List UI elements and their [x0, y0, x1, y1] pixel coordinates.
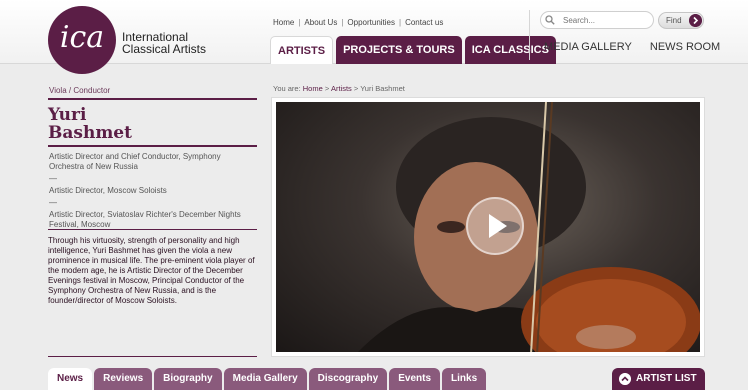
tab-projects-tours[interactable]: PROJECTS & TOURS	[336, 36, 462, 64]
search-box[interactable]	[540, 11, 654, 29]
artist-first-name: Yuri	[48, 105, 87, 125]
site-header: ica International Classical Artists Home…	[0, 0, 748, 74]
artist-bio: Through his virtuosity, strength of pers…	[48, 236, 255, 305]
util-separator: |	[341, 18, 344, 27]
link-media-gallery[interactable]: MEDIA GALLERY	[544, 41, 632, 53]
play-button[interactable]	[466, 197, 524, 255]
link-news-room[interactable]: NEWS ROOM	[650, 41, 720, 53]
position-item: Artistic Director and Chief Conductor, S…	[49, 152, 221, 171]
tab-artists[interactable]: ARTISTS	[270, 36, 334, 64]
tab-biography[interactable]: Biography	[154, 368, 222, 390]
position-separator: —	[49, 174, 57, 183]
secondary-nav: MEDIA GALLERY NEWS ROOM	[544, 41, 735, 53]
main-nav: ARTISTS PROJECTS & TOURS ICA CLASSICS	[270, 36, 559, 64]
tab-events[interactable]: Events	[389, 368, 441, 390]
play-icon	[489, 214, 507, 238]
divider	[48, 145, 257, 147]
position-item: Artistic Director, Sviatoslav Richter's …	[49, 210, 241, 229]
divider	[48, 356, 257, 357]
logo-line-2: Classical Artists	[122, 42, 207, 56]
arrow-right-icon	[689, 14, 702, 27]
breadcrumb: You are: Home > Artists > Yuri Bashmet	[273, 84, 405, 93]
breadcrumb-artists[interactable]: Artists	[331, 84, 352, 93]
breadcrumb-current: Yuri Bashmet	[360, 84, 405, 93]
breadcrumb-separator: >	[353, 84, 359, 93]
util-link-contact-us[interactable]: Contact us	[405, 18, 443, 27]
divider	[48, 229, 257, 230]
page: ica International Classical Artists Home…	[0, 0, 748, 390]
video-player[interactable]	[271, 97, 705, 357]
find-button[interactable]: Find	[658, 12, 704, 29]
ica-logo[interactable]: ica	[48, 6, 116, 74]
artist-tabs: News Reviews Biography Media Gallery Dis…	[48, 368, 488, 390]
artist-name: Yuri Bashmet	[48, 106, 132, 142]
artist-list-label: ARTIST LIST	[636, 373, 697, 384]
breadcrumb-prefix: You are:	[273, 84, 301, 93]
util-link-opportunities[interactable]: Opportunities	[347, 18, 395, 27]
search-icon	[545, 15, 555, 25]
tab-news[interactable]: News	[48, 368, 93, 390]
breadcrumb-separator: >	[324, 84, 330, 93]
util-separator: |	[399, 18, 402, 27]
tab-ica-classics[interactable]: ICA CLASSICS	[464, 36, 556, 64]
logo-wordmark[interactable]: International Classical Artists	[122, 31, 206, 55]
position-item: Artistic Director, Moscow Soloists	[49, 186, 167, 195]
search-input[interactable]	[563, 14, 649, 26]
util-separator: |	[298, 18, 301, 27]
artist-category: Viola / Conductor	[49, 86, 111, 95]
util-link-home[interactable]: Home	[273, 18, 294, 27]
find-button-label: Find	[666, 16, 682, 25]
artist-last-name: Bashmet	[48, 123, 132, 143]
artist-list-button[interactable]: ARTIST LIST	[612, 368, 705, 390]
position-separator: —	[49, 198, 57, 207]
tab-reviews[interactable]: Reviews	[94, 368, 153, 390]
utility-nav: Home | About Us | Opportunities | Contact us	[273, 18, 443, 27]
breadcrumb-home[interactable]: Home	[303, 84, 323, 93]
header-divider	[529, 10, 530, 60]
chevron-up-icon	[619, 373, 631, 385]
tab-media-gallery[interactable]: Media Gallery	[223, 368, 307, 390]
video-still	[276, 102, 700, 352]
util-link-about-us[interactable]: About Us	[304, 18, 337, 27]
tab-discography[interactable]: Discography	[308, 368, 388, 390]
divider	[48, 98, 257, 100]
artist-positions: Artistic Director and Chief Conductor, S…	[49, 152, 254, 232]
tab-links[interactable]: Links	[442, 368, 487, 390]
